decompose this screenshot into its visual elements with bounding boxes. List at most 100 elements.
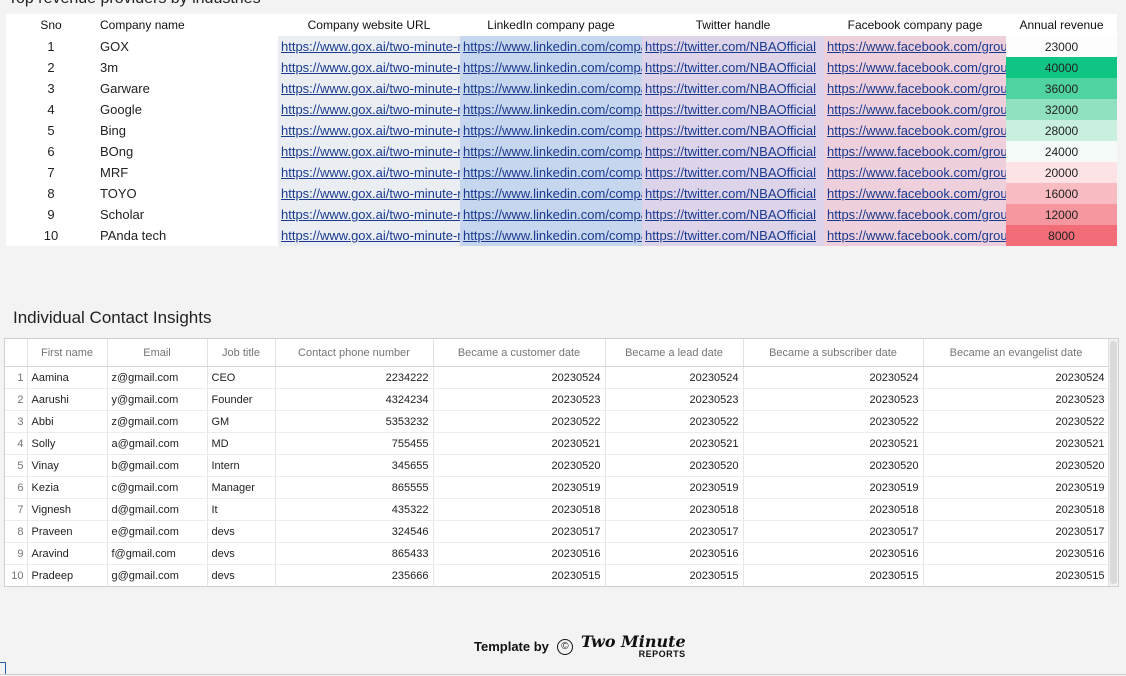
header-job-title[interactable]: Job title — [207, 339, 276, 367]
contact-row: 2 Aarushi y@gmail.com Founder 4324234 2023052… — [5, 388, 1110, 411]
contact-email: b@gmail.com — [107, 454, 208, 477]
company-website-link[interactable]: https://www.gox.ai/two-minute-reports — [278, 204, 460, 225]
contact-email: a@gmail.com — [107, 432, 208, 455]
company-facebook-link[interactable]: https://www.facebook.com/groups/ — [824, 78, 1006, 99]
header-evangelist-date[interactable]: Became an evangelist date — [923, 339, 1110, 367]
contact-evangelist-date: 20230523 — [923, 388, 1110, 411]
contact-evangelist-date: 20230517 — [923, 520, 1110, 543]
contact-subscriber-date: 20230518 — [743, 498, 924, 521]
header-company-name: Company name — [100, 18, 185, 32]
company-facebook-link[interactable]: https://www.facebook.com/groups/ — [824, 225, 1006, 246]
contact-phone: 865433 — [275, 542, 434, 565]
company-facebook-link[interactable]: https://www.facebook.com/groups/ — [824, 141, 1006, 162]
contact-first-name: Aravind — [27, 542, 108, 565]
contact-job-title: devs — [207, 564, 276, 586]
company-website-link[interactable]: https://www.gox.ai/two-minute-reports — [278, 78, 460, 99]
company-name: 3m — [100, 60, 119, 75]
company-facebook-link[interactable]: https://www.facebook.com/groups/ — [824, 162, 1006, 183]
header-subscriber-date[interactable]: Became a subscriber date — [743, 339, 924, 367]
header-customer-date[interactable]: Became a customer date — [433, 339, 606, 367]
contact-customer-date: 20230523 — [433, 388, 606, 411]
company-website-link[interactable]: https://www.gox.ai/two-minute-reports — [278, 57, 460, 78]
brand-name: Two Minute — [580, 632, 686, 651]
header-facebook: Facebook company page — [847, 18, 983, 32]
header-first-name[interactable]: First name — [27, 339, 108, 367]
header-revenue: Annual revenue — [1019, 18, 1104, 32]
header-lead-date[interactable]: Became a lead date — [605, 339, 744, 367]
company-linkedin-link[interactable]: https://www.linkedin.com/company/ — [460, 183, 642, 204]
company-twitter-link[interactable]: https://twitter.com/NBAOfficial — [642, 57, 824, 78]
company-twitter-link[interactable]: https://twitter.com/NBAOfficial — [642, 225, 824, 246]
company-twitter-link[interactable]: https://twitter.com/NBAOfficial — [642, 183, 824, 204]
company-website-link[interactable]: https://www.gox.ai/two-minute-reports — [278, 120, 460, 141]
company-twitter-link[interactable]: https://twitter.com/NBAOfficial — [642, 99, 824, 120]
header-sno: Sno — [40, 18, 62, 32]
company-twitter-link[interactable]: https://twitter.com/NBAOfficial — [642, 120, 824, 141]
contact-subscriber-date: 20230516 — [743, 542, 924, 565]
footer-label: Template by — [474, 639, 549, 654]
contact-subscriber-date: 20230523 — [743, 388, 924, 411]
company-linkedin-link[interactable]: https://www.linkedin.com/company/ — [460, 120, 642, 141]
company-facebook-link[interactable]: https://www.facebook.com/groups/ — [824, 57, 1006, 78]
row-index: 6 — [5, 476, 28, 499]
company-linkedin-link[interactable]: https://www.linkedin.com/company/ — [460, 141, 642, 162]
company-name: TOYO — [100, 186, 137, 201]
contact-lead-date: 20230523 — [605, 388, 744, 411]
company-sno: 9 — [47, 207, 55, 222]
company-website-link[interactable]: https://www.gox.ai/two-minute-reports — [278, 99, 460, 120]
scrollbar-thumb[interactable] — [1110, 341, 1117, 584]
contact-job-title: CEO — [207, 366, 276, 389]
contact-first-name: Vinay — [27, 454, 108, 477]
contact-customer-date: 20230517 — [433, 520, 606, 543]
company-name: Garware — [100, 81, 150, 96]
company-name: GOX — [100, 39, 129, 54]
company-facebook-link[interactable]: https://www.facebook.com/groups/ — [824, 120, 1006, 141]
company-website-link[interactable]: https://www.gox.ai/two-minute-reports — [278, 162, 460, 183]
contact-lead-date: 20230518 — [605, 498, 744, 521]
contacts-scrollbar[interactable] — [1108, 339, 1118, 586]
company-twitter-link[interactable]: https://twitter.com/NBAOfficial — [642, 162, 824, 183]
contact-subscriber-date: 20230521 — [743, 432, 924, 455]
header-email[interactable]: Email — [107, 339, 208, 367]
contact-evangelist-date: 20230516 — [923, 542, 1110, 565]
company-revenue: 24000 — [1006, 141, 1117, 162]
company-website-link[interactable]: https://www.gox.ai/two-minute-reports — [278, 183, 460, 204]
company-twitter-link[interactable]: https://twitter.com/NBAOfficial — [642, 204, 824, 225]
contact-customer-date: 20230519 — [433, 476, 606, 499]
contact-row: 8 Praveen e@gmail.com devs 324546 20230517 202… — [5, 520, 1110, 543]
company-revenue: 28000 — [1006, 120, 1117, 141]
header-linkedin: LinkedIn company page — [487, 18, 615, 32]
company-facebook-link[interactable]: https://www.facebook.com/groups/ — [824, 36, 1006, 57]
company-website-link[interactable]: https://www.gox.ai/two-minute-reports — [278, 225, 460, 246]
company-twitter-link[interactable]: https://twitter.com/NBAOfficial — [642, 141, 824, 162]
company-facebook-link[interactable]: https://www.facebook.com/groups/ — [824, 99, 1006, 120]
company-sno: 4 — [47, 102, 55, 117]
company-twitter-link[interactable]: https://twitter.com/NBAOfficial — [642, 36, 824, 57]
contact-lead-date: 20230519 — [605, 476, 744, 499]
company-twitter-link[interactable]: https://twitter.com/NBAOfficial — [642, 78, 824, 99]
company-revenue: 8000 — [1006, 225, 1117, 246]
company-revenue: 36000 — [1006, 78, 1117, 99]
contact-customer-date: 20230522 — [433, 410, 606, 433]
company-linkedin-link[interactable]: https://www.linkedin.com/company/ — [460, 78, 642, 99]
company-name: Bing — [100, 123, 127, 138]
company-row: 7 MRF https://www.gox.ai/two-minute-report… — [6, 162, 1117, 183]
brand-logo[interactable]: Two Minute REPORTS — [581, 634, 686, 659]
company-revenue: 40000 — [1006, 57, 1117, 78]
company-linkedin-link[interactable]: https://www.linkedin.com/company/ — [460, 162, 642, 183]
company-linkedin-link[interactable]: https://www.linkedin.com/company/ — [460, 99, 642, 120]
contact-customer-date: 20230516 — [433, 542, 606, 565]
contact-email: y@gmail.com — [107, 388, 208, 411]
company-linkedin-link[interactable]: https://www.linkedin.com/company/ — [460, 225, 642, 246]
contact-email: c@gmail.com — [107, 476, 208, 499]
company-linkedin-link[interactable]: https://www.linkedin.com/company/ — [460, 204, 642, 225]
contact-phone: 2234222 — [275, 366, 434, 389]
company-linkedin-link[interactable]: https://www.linkedin.com/company/ — [460, 36, 642, 57]
company-website-link[interactable]: https://www.gox.ai/two-minute-reports — [278, 141, 460, 162]
company-facebook-link[interactable]: https://www.facebook.com/groups/ — [824, 204, 1006, 225]
header-phone[interactable]: Contact phone number — [275, 339, 434, 367]
company-website-link[interactable]: https://www.gox.ai/two-minute-reports — [278, 36, 460, 57]
company-facebook-link[interactable]: https://www.facebook.com/groups/ — [824, 183, 1006, 204]
contact-first-name: Aarushi — [27, 388, 108, 411]
company-linkedin-link[interactable]: https://www.linkedin.com/company/ — [460, 57, 642, 78]
